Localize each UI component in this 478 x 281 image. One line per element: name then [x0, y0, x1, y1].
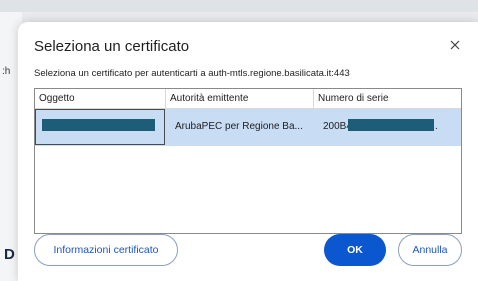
- issuer-cell: ArubaPEC per Regione Ba...: [175, 121, 303, 132]
- close-icon[interactable]: [448, 38, 462, 52]
- dialog-title: Seleziona un certificato: [34, 38, 190, 55]
- ok-button[interactable]: OK: [324, 234, 386, 266]
- serial-suffix: .: [435, 121, 438, 132]
- column-header-issuer[interactable]: Autorità emittente: [165, 89, 313, 108]
- column-header-subject[interactable]: Oggetto: [35, 89, 165, 108]
- certificate-selection-dialog: Seleziona un certificato Seleziona un ce…: [18, 22, 478, 281]
- redacted-serial: [348, 119, 434, 131]
- dialog-subtitle: Seleziona un certificato per autenticart…: [34, 68, 350, 79]
- table-row[interactable]: ArubaPEC per Regione Ba... 200B4 .: [35, 109, 461, 146]
- close-icon-glyph: [450, 40, 460, 50]
- column-header-serial[interactable]: Numero di serie: [313, 89, 461, 108]
- subject-cell[interactable]: [35, 109, 165, 145]
- certificate-info-button[interactable]: Informazioni certificato: [34, 234, 178, 266]
- certificate-table: Oggetto Autorità emittente Numero di ser…: [34, 88, 462, 234]
- background-page-header: [0, 0, 478, 12]
- cancel-button[interactable]: Annulla: [398, 234, 462, 266]
- background-text-fragment-bottom: D: [4, 246, 15, 263]
- redacted-subject: [42, 119, 155, 131]
- background-text-fragment: :h: [2, 66, 11, 77]
- table-header: Oggetto Autorità emittente Numero di ser…: [35, 89, 461, 109]
